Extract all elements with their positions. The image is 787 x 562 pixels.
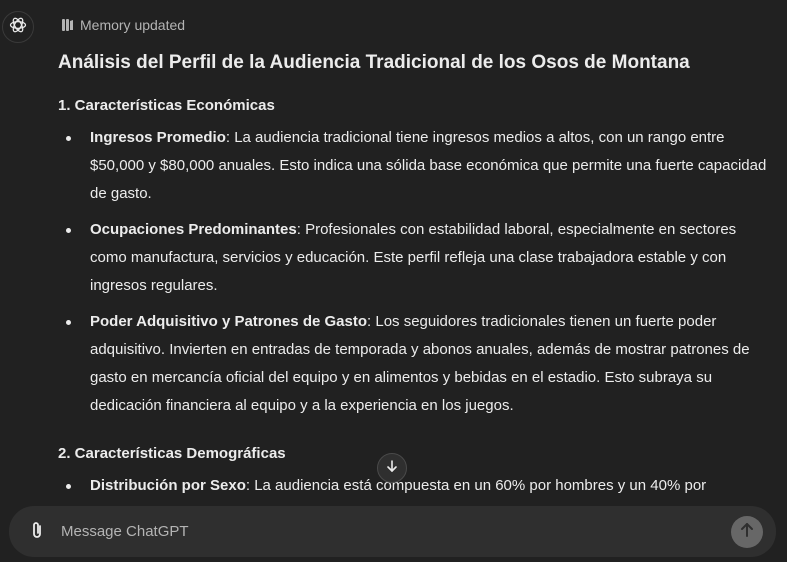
item-text: : La audiencia está compuesta en un 60% … [245, 477, 707, 494]
bullet-icon [66, 228, 71, 233]
openai-logo-icon [8, 15, 28, 40]
section-heading: 2. Características Demográficas [58, 445, 286, 462]
attach-button[interactable] [27, 521, 47, 543]
section-heading: 1. Características Económicas [58, 97, 275, 114]
memory-icon [60, 18, 74, 32]
paperclip-icon [30, 520, 44, 545]
send-button[interactable] [731, 516, 763, 548]
memory-updated-indicator[interactable]: Memory updated [60, 17, 185, 33]
item-label: Ocupaciones Predominantes [90, 221, 297, 238]
assistant-avatar [2, 11, 34, 43]
bullet-icon [66, 320, 71, 325]
memory-status-text: Memory updated [80, 17, 186, 33]
message-input[interactable] [61, 520, 661, 542]
scroll-to-bottom-button[interactable] [377, 453, 407, 483]
bullet-icon [66, 484, 71, 489]
bullet-list: Ingresos Promedio: La audiencia tradicio… [58, 124, 770, 420]
chat-page: Memory updated Análisis del Perfil de la… [0, 0, 787, 562]
arrow-up-icon [740, 522, 754, 543]
arrow-down-icon [385, 459, 399, 478]
item-label: Poder Adquisitivo y Patrones de Gasto [90, 313, 368, 330]
message-composer [9, 506, 776, 557]
message-title: Análisis del Perfil de la Audiencia Trad… [58, 52, 690, 73]
list-item: Ocupaciones Predominantes: Profesionales… [58, 216, 770, 300]
list-item: Distribución por Sexo: La audiencia está… [58, 472, 770, 500]
item-label: Distribución por Sexo [90, 477, 246, 494]
assistant-message: Análisis del Perfil de la Audiencia Trad… [58, 50, 770, 508]
bullet-icon [66, 136, 71, 141]
bullet-list: Distribución por Sexo: La audiencia está… [58, 472, 770, 500]
item-label: Ingresos Promedio [90, 129, 226, 146]
list-item: Poder Adquisitivo y Patrones de Gasto: L… [58, 308, 770, 420]
list-item: Ingresos Promedio: La audiencia tradicio… [58, 124, 770, 208]
